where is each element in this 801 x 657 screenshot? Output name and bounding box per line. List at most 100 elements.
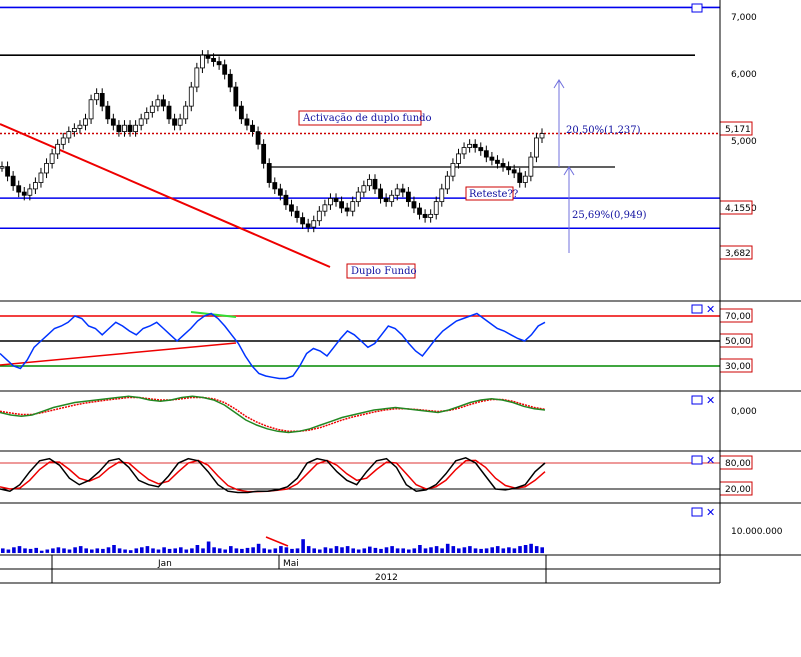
candle-body — [405, 191, 411, 203]
candle-body — [456, 153, 461, 164]
volume-bar — [368, 546, 372, 553]
panel-toggle-icon[interactable] — [691, 455, 703, 465]
volume-bar — [234, 548, 239, 553]
volume-bar — [173, 548, 177, 553]
candle-body — [200, 54, 205, 69]
volume-bar — [312, 548, 316, 553]
candle-body — [272, 182, 278, 190]
candle-body — [105, 105, 111, 120]
volume-bar — [201, 548, 205, 553]
candle-body — [528, 156, 534, 177]
volume-bar — [190, 548, 194, 553]
candle-body — [177, 118, 183, 126]
candle-body — [0, 166, 5, 169]
volume-bar — [1, 548, 5, 553]
volume-bar — [95, 548, 100, 553]
volume-bar — [112, 545, 116, 553]
candle-body — [83, 118, 88, 126]
volume-bar — [401, 548, 405, 553]
volume-bar — [529, 543, 533, 553]
candle-body — [71, 128, 77, 133]
volume-bar — [128, 550, 133, 553]
volume-bar — [306, 546, 311, 553]
candle-body — [461, 147, 467, 155]
volume-bar — [512, 548, 517, 553]
volume-bar — [479, 548, 483, 553]
candle-body — [495, 159, 500, 164]
x-tick-jan: Jan — [157, 559, 172, 569]
panel-close-icon[interactable]: ✕ — [706, 454, 715, 467]
candle-body — [305, 223, 311, 228]
candle-body — [127, 124, 133, 132]
volume-bar — [84, 548, 88, 553]
candle-body — [250, 124, 255, 132]
candle-body — [244, 118, 250, 126]
volume-bar — [434, 546, 439, 553]
candle-body — [344, 207, 350, 212]
panel-close-icon[interactable]: ✕ — [706, 303, 715, 316]
candle-body — [77, 124, 83, 129]
panel-toggle-icon[interactable] — [691, 304, 703, 314]
panel-close-icon[interactable]: ✕ — [706, 506, 715, 519]
volume-panel: 10.000.000 ✕ — [1, 506, 783, 554]
volume-bar — [379, 548, 383, 553]
candle-body — [233, 86, 239, 107]
volume-bar — [106, 547, 111, 554]
volume-bar — [345, 546, 350, 553]
volume-bar — [540, 547, 544, 554]
candle-body — [183, 105, 189, 120]
volume-bar — [412, 548, 417, 553]
volume-bar — [362, 548, 367, 553]
volume-bar — [301, 539, 305, 553]
volume-bar — [28, 548, 33, 553]
stoch-d-line — [0, 459, 546, 493]
volume-trendline — [265, 536, 289, 547]
annotation-double-bottom: Duplo Fundo — [351, 266, 417, 277]
volume-bar — [156, 549, 161, 553]
candle-body — [49, 153, 55, 164]
volume-bar — [523, 545, 528, 553]
candle-body — [517, 172, 523, 183]
volume-bar — [123, 549, 127, 553]
volume-bar — [56, 547, 61, 554]
candle-body — [172, 118, 177, 126]
candle-body — [94, 93, 100, 101]
volume-bar — [223, 549, 227, 553]
volume-bar — [340, 547, 344, 554]
volume-bar — [67, 549, 72, 553]
candle-body — [367, 178, 372, 187]
rsi-level-50-label: 50,00 — [725, 337, 751, 347]
candle-body — [166, 105, 172, 120]
volume-bar — [395, 548, 400, 553]
candle-body — [205, 54, 211, 59]
candle-body — [44, 163, 49, 174]
candle-body — [333, 198, 339, 203]
panel-close-icon[interactable]: ✕ — [706, 394, 715, 407]
volume-bar — [17, 546, 22, 553]
candle-body — [506, 166, 511, 171]
panel-toggle-icon[interactable] — [691, 507, 703, 517]
volume-bar — [279, 546, 283, 553]
candle-body — [328, 198, 333, 206]
panel-toggle-icon[interactable] — [691, 395, 703, 405]
volume-tick-label: 10.000.000 — [731, 527, 783, 537]
candle-body — [489, 156, 495, 161]
candle-body — [400, 188, 406, 193]
panel-toggle-icon[interactable] — [691, 3, 703, 13]
volume-bar — [468, 546, 472, 553]
candle-body — [422, 213, 428, 218]
candle-body — [55, 143, 61, 155]
candle-body — [411, 201, 417, 209]
macd-panel: 0,000 ✕ — [0, 394, 757, 434]
volume-bar — [167, 548, 172, 553]
candle-body — [277, 188, 283, 196]
volume-bar — [323, 547, 328, 554]
candle-body — [138, 118, 144, 126]
candle-body — [216, 61, 222, 66]
volume-bar — [262, 548, 266, 553]
candle-body — [60, 137, 66, 145]
price-tag-4155-label: 4,155 — [725, 204, 751, 214]
volume-bar — [390, 546, 394, 553]
candle-body — [211, 57, 216, 62]
candle-body — [5, 166, 10, 177]
